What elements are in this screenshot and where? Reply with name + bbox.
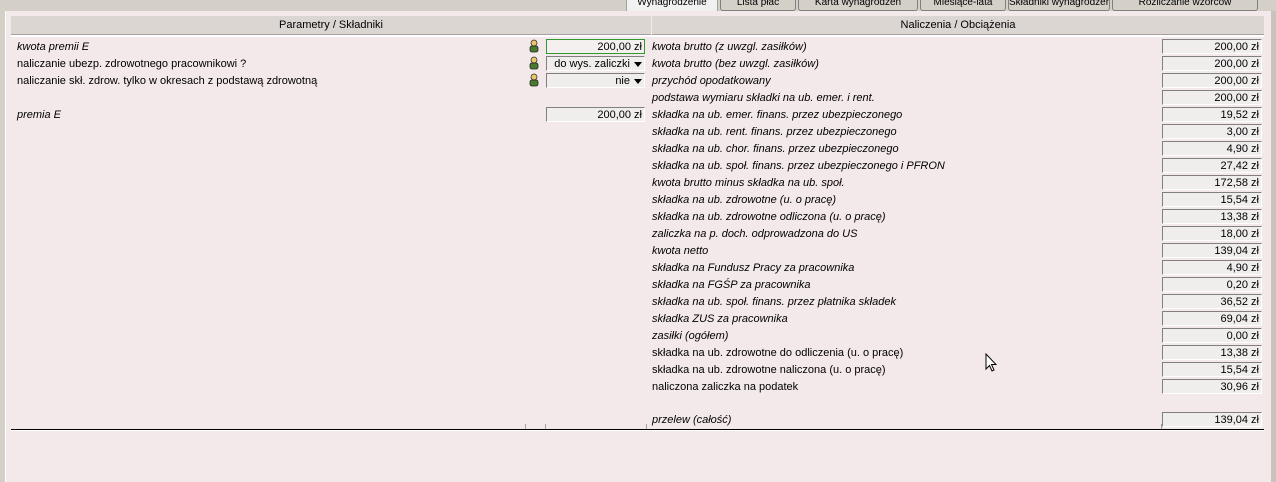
right-row-value: 139,04 zł <box>1162 412 1262 427</box>
right-row-value: 200,00 zł <box>1162 39 1262 54</box>
tab-skladniki-wynagrodzen[interactable]: Składniki wynagrodzeń <box>1008 0 1110 11</box>
right-row-value: 139,04 zł <box>1162 243 1262 258</box>
right-row-label: składka na ub. zdrowotne do odliczenia (… <box>652 347 904 359</box>
right-row-value: 13,38 zł <box>1162 345 1262 360</box>
salary-panel: Parametry / Składniki Naliczenia / Obcią… <box>5 11 1272 482</box>
right-row-value: 13,38 zł <box>1162 209 1262 224</box>
right-row-label: składka na ub. zdrowotne odliczona (u. o… <box>652 211 886 223</box>
person-icon[interactable] <box>527 56 541 70</box>
right-row-value: 200,00 zł <box>1162 90 1262 105</box>
right-row-value: 19,52 zł <box>1162 107 1262 122</box>
right-row-label: składka na ub. rent. finans. przez ubezp… <box>652 126 897 138</box>
right-row-value: 15,54 zł <box>1162 362 1262 377</box>
right-row-label: kwota brutto minus składka na ub. społ. <box>652 177 845 189</box>
right-row-value: 30,96 zł <box>1162 379 1262 394</box>
right-row-label: naliczona zaliczka na podatek <box>652 381 799 393</box>
right-row-value: 200,00 zł <box>1162 56 1262 71</box>
right-row-label: składka na FGŚP za pracownika <box>652 279 811 291</box>
right-row-label: kwota brutto (bez uwzgl. zasiłków) <box>652 58 819 70</box>
header-divider <box>11 35 1264 37</box>
left-row-label: premia E <box>17 109 62 121</box>
health-insurance-value: do wys. zaliczki <box>554 58 630 70</box>
right-row-label: składka na Fundusz Pracy za pracownika <box>652 262 855 274</box>
health-insurance-select[interactable]: do wys. zaliczki <box>546 56 645 71</box>
right-row-label: składka na ub. zdrowotne (u. o pracę) <box>652 194 837 206</box>
right-row-value: 4,90 zł <box>1162 141 1262 156</box>
left-row-label: naliczanie ubezp. zdrowotnego pracowniko… <box>17 58 247 70</box>
right-row-value: 36,52 zł <box>1162 294 1262 309</box>
right-row-label: składka na ub. zdrowotne naliczona (u. o… <box>652 364 886 376</box>
right-row-value: 172,58 zł <box>1162 175 1262 190</box>
right-row-label: przychód opodatkowany <box>652 75 771 87</box>
right-row-label: kwota brutto (z uwzgl. zasiłków) <box>652 41 807 53</box>
right-row-value: 27,42 zł <box>1162 158 1262 173</box>
right-row-label: składka na ub. chor. finans. przez ubezp… <box>652 143 899 155</box>
left-row-label: kwota premii E <box>17 41 90 53</box>
person-icon[interactable] <box>527 39 541 53</box>
bonus-amount-input[interactable]: 200,00 zł <box>546 39 645 54</box>
tab-lista-plac[interactable]: Lista płac <box>720 0 796 11</box>
right-row-value: 0,00 zł <box>1162 328 1262 343</box>
parameters-header: Parametry / Składniki <box>11 16 651 35</box>
right-row-label: składka ZUS za pracownika <box>652 313 788 325</box>
right-row-label: składka na ub. społ. finans. przez płatn… <box>652 296 896 308</box>
right-row-label: zasiłki (ogółem) <box>652 330 729 342</box>
chevron-down-icon[interactable] <box>634 79 642 84</box>
right-row-value: 0,20 zł <box>1162 277 1262 292</box>
right-row-label: przelew (całość) <box>652 414 732 426</box>
health-only-base-select[interactable]: nie <box>546 73 645 88</box>
health-only-base-value: nie <box>615 75 630 87</box>
person-icon[interactable] <box>527 73 541 87</box>
right-row-value: 200,00 zł <box>1162 73 1262 88</box>
right-row-label: zaliczka na p. doch. odprowadzona do US <box>652 228 858 240</box>
mouse-cursor-icon <box>985 353 997 372</box>
chevron-down-icon[interactable] <box>634 62 642 67</box>
window-edge <box>1271 11 1276 482</box>
calculations-header: Naliczenia / Obciążenia <box>652 16 1264 35</box>
table-bottom-highlight <box>11 430 1264 431</box>
right-row-label: kwota netto <box>652 245 709 257</box>
right-row-label: podstawa wymiaru składki na ub. emer. i … <box>652 92 875 104</box>
right-row-value: 3,00 zł <box>1162 124 1262 139</box>
right-row-label: składka na ub. społ. finans. przez ubezp… <box>652 160 945 172</box>
tab-rozliczanie-wzorcow[interactable]: Rozliczanie wzorców <box>1112 0 1258 11</box>
bonus-e-value: 200,00 zł <box>546 107 645 122</box>
left-row-label: naliczanie skł. zdrow. tylko w okresach … <box>17 75 318 87</box>
right-row-value: 15,54 zł <box>1162 192 1262 207</box>
right-row-value: 69,04 zł <box>1162 311 1262 326</box>
tab-miesiace-lata[interactable]: Miesiące-lata <box>920 0 1006 11</box>
tab-karta-wynagrodzen[interactable]: Karta wynagrodzeń <box>798 0 918 11</box>
right-row-value: 4,90 zł <box>1162 260 1262 275</box>
right-row-value: 18,00 zł <box>1162 226 1262 241</box>
right-row-label: składka na ub. emer. finans. przez ubezp… <box>652 109 903 121</box>
